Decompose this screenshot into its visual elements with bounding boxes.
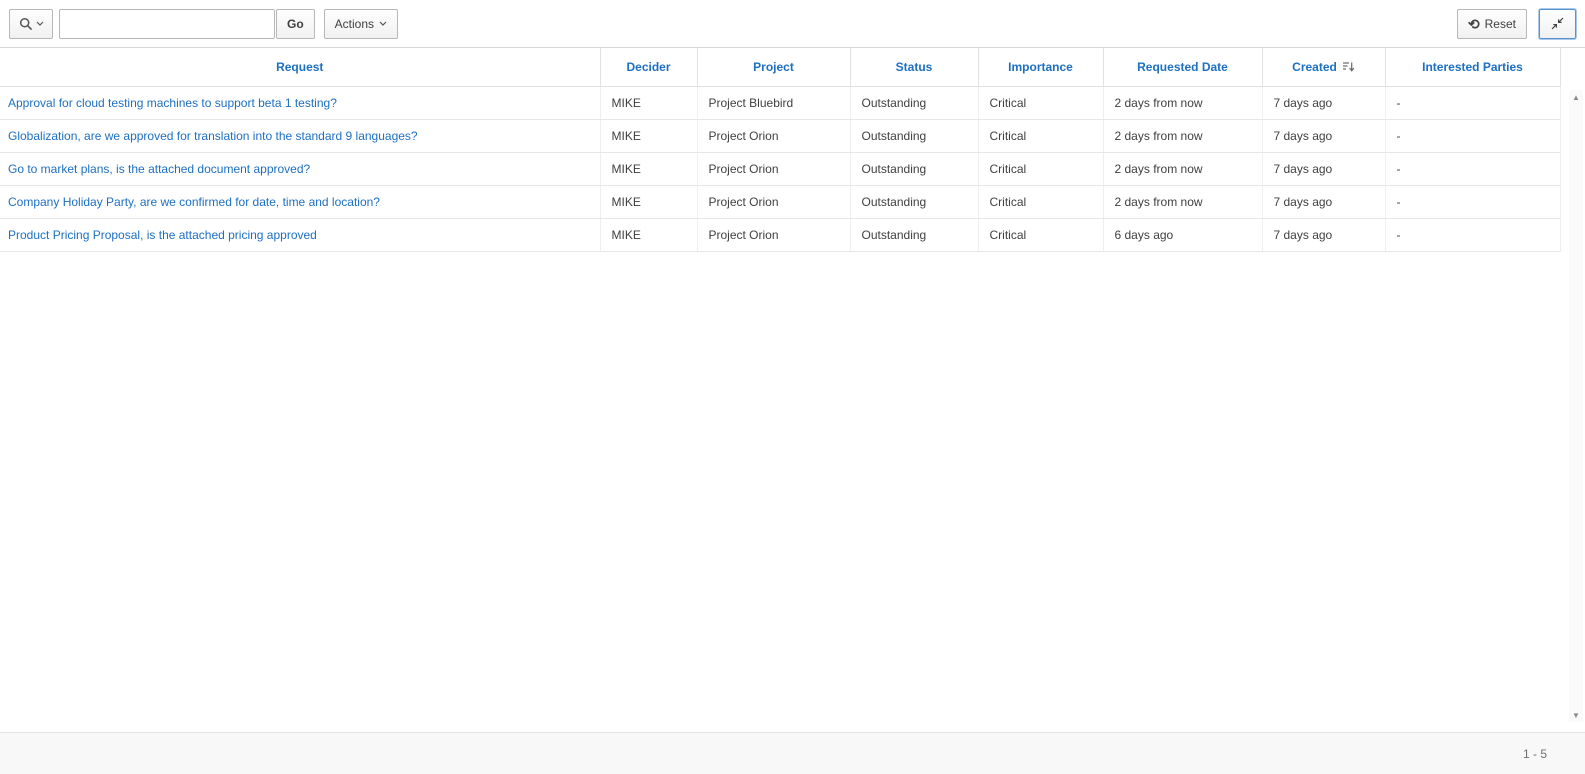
- cell-decider: MIKE: [600, 152, 697, 185]
- cell-project: Project Orion: [697, 119, 850, 152]
- cell-interested-parties: -: [1385, 218, 1560, 251]
- report-content: Request Decider Project Status Importanc…: [0, 48, 1585, 732]
- cell-decider: MIKE: [600, 86, 697, 119]
- restore-report-button[interactable]: [1539, 9, 1576, 39]
- request-link[interactable]: Go to market plans, is the attached docu…: [8, 162, 310, 176]
- go-button[interactable]: Go: [276, 9, 315, 39]
- cell-requested-date: 2 days from now: [1103, 152, 1262, 185]
- cell-requested-date: 2 days from now: [1103, 185, 1262, 218]
- cell-project: Project Orion: [697, 152, 850, 185]
- cell-created: 7 days ago: [1262, 119, 1385, 152]
- cell-status: Outstanding: [850, 218, 978, 251]
- report-table: Request Decider Project Status Importanc…: [0, 48, 1561, 252]
- cell-request: Globalization, are we approved for trans…: [0, 119, 600, 152]
- chevron-down-icon: [36, 21, 44, 26]
- cell-interested-parties: -: [1385, 119, 1560, 152]
- interactive-report-region: Go Actions ⟲ Reset: [0, 0, 1585, 774]
- search-input[interactable]: [59, 9, 275, 39]
- table-row: Globalization, are we approved for trans…: [0, 119, 1560, 152]
- request-link[interactable]: Company Holiday Party, are we confirmed …: [8, 195, 380, 209]
- cell-decider: MIKE: [600, 218, 697, 251]
- sort-descending-icon: [1342, 61, 1355, 73]
- cell-request: Approval for cloud testing machines to s…: [0, 86, 600, 119]
- reset-button-label: Reset: [1485, 17, 1516, 31]
- scroll-down-arrow-icon[interactable]: ▼: [1569, 708, 1583, 722]
- request-link[interactable]: Product Pricing Proposal, is the attache…: [8, 228, 317, 242]
- scrollbar-track[interactable]: [1569, 104, 1583, 708]
- column-header-request[interactable]: Request: [0, 48, 600, 86]
- column-header-status[interactable]: Status: [850, 48, 978, 86]
- reset-icon: ⟲: [1468, 17, 1480, 31]
- cell-importance: Critical: [978, 152, 1103, 185]
- actions-button[interactable]: Actions: [324, 9, 398, 39]
- scroll-up-arrow-icon[interactable]: ▲: [1569, 90, 1583, 104]
- column-header-label: Request: [276, 60, 323, 74]
- column-header-label: Decider: [626, 60, 670, 74]
- cell-status: Outstanding: [850, 86, 978, 119]
- cell-decider: MIKE: [600, 185, 697, 218]
- cell-project: Project Orion: [697, 185, 850, 218]
- reset-button[interactable]: ⟲ Reset: [1457, 9, 1527, 39]
- cell-request: Product Pricing Proposal, is the attache…: [0, 218, 600, 251]
- column-header-requested-date[interactable]: Requested Date: [1103, 48, 1262, 86]
- search-options-button[interactable]: [9, 9, 53, 39]
- cell-requested-date: 2 days from now: [1103, 86, 1262, 119]
- collapse-arrows-icon: [1551, 17, 1564, 30]
- column-header-project[interactable]: Project: [697, 48, 850, 86]
- table-row: Product Pricing Proposal, is the attache…: [0, 218, 1560, 251]
- cell-importance: Critical: [978, 86, 1103, 119]
- column-header-label: Interested Parties: [1422, 60, 1523, 74]
- table-row: Go to market plans, is the attached docu…: [0, 152, 1560, 185]
- cell-created: 7 days ago: [1262, 86, 1385, 119]
- header-row: Request Decider Project Status Importanc…: [0, 48, 1560, 86]
- cell-status: Outstanding: [850, 152, 978, 185]
- cell-project: Project Orion: [697, 218, 850, 251]
- cell-created: 7 days ago: [1262, 218, 1385, 251]
- request-link[interactable]: Approval for cloud testing machines to s…: [8, 96, 337, 110]
- column-header-interested-parties[interactable]: Interested Parties: [1385, 48, 1560, 86]
- column-header-created[interactable]: Created: [1262, 48, 1385, 86]
- cell-decider: MIKE: [600, 119, 697, 152]
- column-header-label: Requested Date: [1137, 60, 1228, 74]
- cell-requested-date: 2 days from now: [1103, 119, 1262, 152]
- column-header-label: Status: [896, 60, 933, 74]
- search-toolbar: Go Actions ⟲ Reset: [0, 0, 1585, 48]
- table-row: Approval for cloud testing machines to s…: [0, 86, 1560, 119]
- pagination-bar: 1 - 5: [0, 732, 1585, 774]
- column-header-importance[interactable]: Importance: [978, 48, 1103, 86]
- column-header-decider[interactable]: Decider: [600, 48, 697, 86]
- cell-request: Company Holiday Party, are we confirmed …: [0, 185, 600, 218]
- cell-importance: Critical: [978, 185, 1103, 218]
- vertical-scrollbar[interactable]: ▲ ▼: [1569, 90, 1583, 722]
- cell-created: 7 days ago: [1262, 152, 1385, 185]
- cell-importance: Critical: [978, 119, 1103, 152]
- search-icon: [19, 17, 33, 31]
- cell-importance: Critical: [978, 218, 1103, 251]
- cell-requested-date: 6 days ago: [1103, 218, 1262, 251]
- cell-request: Go to market plans, is the attached docu…: [0, 152, 600, 185]
- column-header-label: Importance: [1008, 60, 1073, 74]
- cell-created: 7 days ago: [1262, 185, 1385, 218]
- column-header-label: Project: [753, 60, 794, 74]
- request-link[interactable]: Globalization, are we approved for trans…: [8, 129, 418, 143]
- cell-interested-parties: -: [1385, 86, 1560, 119]
- column-header-label: Created: [1292, 60, 1337, 74]
- cell-status: Outstanding: [850, 185, 978, 218]
- cell-status: Outstanding: [850, 119, 978, 152]
- table-row: Company Holiday Party, are we confirmed …: [0, 185, 1560, 218]
- cell-interested-parties: -: [1385, 185, 1560, 218]
- chevron-down-icon: [379, 21, 387, 26]
- pagination-label: 1 - 5: [1523, 747, 1547, 761]
- cell-interested-parties: -: [1385, 152, 1560, 185]
- actions-button-label: Actions: [335, 17, 374, 31]
- cell-project: Project Bluebird: [697, 86, 850, 119]
